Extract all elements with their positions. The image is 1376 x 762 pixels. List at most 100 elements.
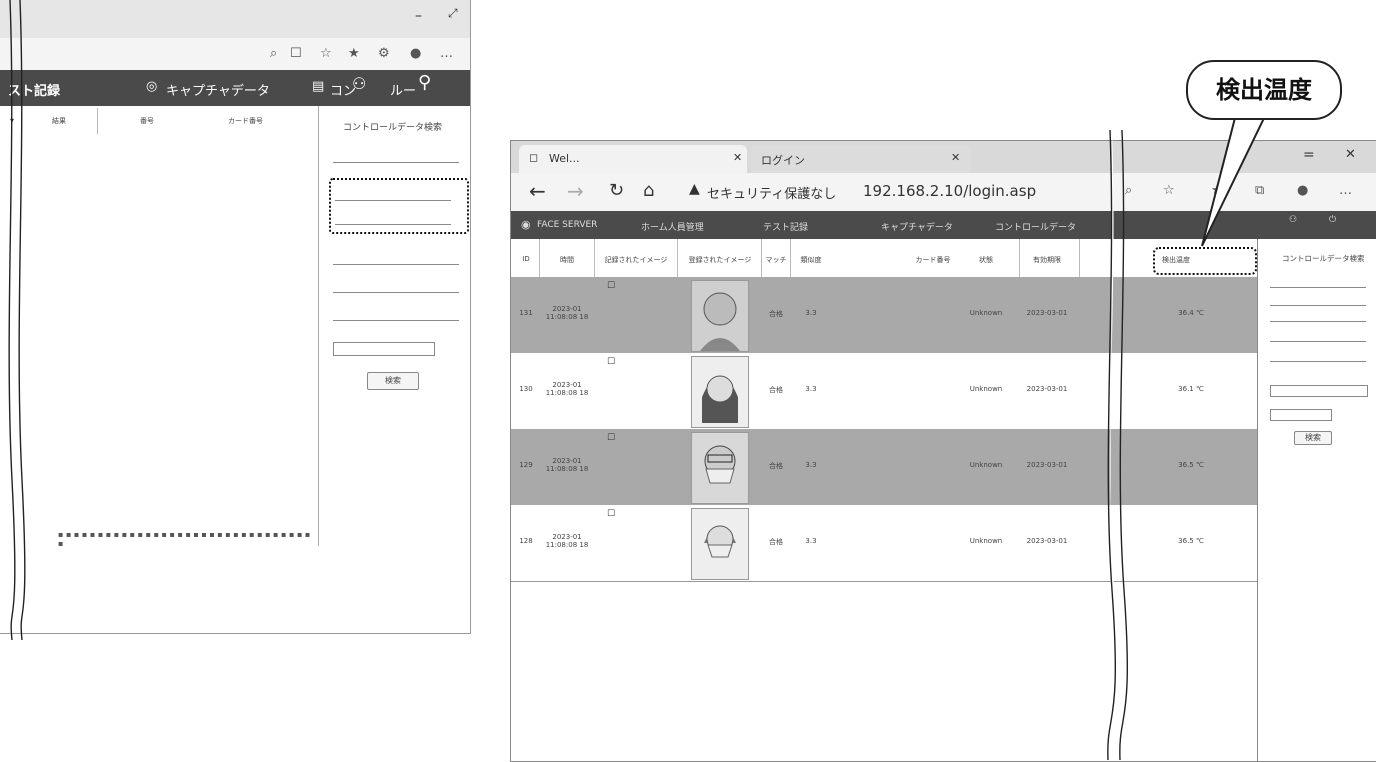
row-time: 2023-01 11:08:08 18	[545, 533, 589, 549]
break-line	[8, 0, 26, 640]
row-time: 2023-01 11:08:08 18	[545, 381, 589, 397]
favorite-icon[interactable]: ☆	[1163, 183, 1175, 198]
search-button[interactable]: 検索	[1294, 431, 1332, 445]
sidebar-title: コントロールデータ検索	[343, 123, 443, 133]
forward-icon[interactable]: →	[567, 179, 584, 203]
refresh-icon[interactable]: ↻	[609, 180, 624, 201]
row-match: 合格	[769, 462, 783, 470]
nav-control-data[interactable]: コントロールデータ	[995, 220, 1076, 233]
security-label[interactable]: セキュリティ保護なし	[707, 183, 836, 202]
search-button[interactable]: 検索	[367, 372, 419, 390]
warning-icon: ▲	[689, 181, 700, 197]
row-temperature: 36.4 ℃	[1178, 309, 1204, 317]
zoom-icon[interactable]: ⌕	[270, 46, 277, 61]
search-sidebar: コントロールデータ検索 検索	[1257, 239, 1376, 761]
table-row[interactable]: 130 2023-01 11:08:08 18 ☐ 合格 3.3 Unknown…	[511, 353, 1257, 429]
temperature-max-field[interactable]	[1270, 313, 1366, 322]
home-icon[interactable]: ⌂	[643, 180, 654, 201]
callout-label: 検出温度	[1186, 60, 1342, 120]
row-id: 129	[519, 461, 533, 469]
pagination[interactable]: ▪ ▪ ▪ ▪ ▪ ▪ ▪ ▪ ▪ ▪ ▪ ▪ ▪ ▪ ▪ ▪ ▪ ▪ ▪ ▪ …	[0, 526, 318, 548]
row-similarity: 3.3	[805, 385, 817, 393]
left-browser-window: – ⤢ ⌕ ☐ ☆ ★ ⚙ ● … スト記録 ◎ キャプチャデータ ▤ コン ⚇…	[0, 0, 471, 634]
card-number-input[interactable]	[333, 342, 435, 356]
extensions-icon[interactable]: ⚙	[378, 46, 390, 61]
temperature-highlight	[1153, 247, 1257, 275]
row-date: 2023-03-01	[1026, 461, 1068, 469]
row-date: 2023-03-01	[1026, 385, 1068, 393]
nav-capture-data[interactable]: キャプチャデータ	[166, 80, 270, 99]
row-time: 2023-01 11:08:08 18	[545, 305, 589, 321]
read-icon[interactable]: ☐	[290, 46, 302, 61]
status-select[interactable]	[333, 254, 459, 265]
checkbox-icon[interactable]: ☐	[607, 281, 615, 291]
date-range[interactable]	[1270, 385, 1368, 397]
temperature-min-field[interactable]	[1270, 297, 1366, 306]
nav-capture-data[interactable]: キャプチャデータ	[881, 220, 953, 233]
row-status: Unknown	[969, 309, 1003, 317]
header-similarity: 類似度	[800, 256, 822, 264]
admin-icon[interactable]: ⚇	[352, 74, 366, 93]
user-icon[interactable]: ⚲	[418, 72, 431, 93]
url-text[interactable]: 192.168.2.10/login.asp	[863, 182, 1036, 200]
checkbox-icon[interactable]: ☐	[607, 433, 615, 443]
nav-home[interactable]: ホーム人員管理	[641, 220, 704, 233]
address-bar: ⌕ ☐ ☆ ★ ⚙ ● …	[0, 38, 470, 71]
header-time: 時間	[560, 256, 574, 264]
face-photo	[691, 356, 749, 428]
row-match: 合格	[769, 386, 783, 394]
nav-test-records[interactable]: テスト記録	[763, 220, 808, 233]
column-divider	[97, 108, 98, 134]
minimize-icon[interactable]: –	[415, 8, 422, 24]
row-temperature: 36.5 ℃	[1178, 537, 1204, 545]
mode-select[interactable]	[333, 152, 459, 163]
temperature-min-field[interactable]	[335, 192, 451, 201]
table-row[interactable]: 129 2023-01 11:08:08 18 ☐ 合格 3.3 Unknown…	[511, 429, 1257, 505]
close-icon[interactable]: ✕	[1345, 147, 1356, 162]
tab-2[interactable]: ログイン ✕	[751, 145, 971, 173]
row-time: 2023-01 11:08:08 18	[545, 457, 589, 473]
profile-icon[interactable]: ●	[410, 46, 421, 61]
face-photo	[691, 280, 749, 352]
tab-close-icon[interactable]: ✕	[951, 151, 960, 164]
profile-icon[interactable]: ●	[1297, 183, 1308, 198]
header-expiry: 有効期限	[1033, 256, 1061, 264]
row-date: 2023-03-01	[1026, 309, 1068, 317]
minimize-icon[interactable]: =	[1303, 147, 1315, 163]
header-id: ID	[522, 255, 530, 263]
header-match: マッチ	[765, 256, 787, 264]
logout-icon[interactable]: ⏻	[1329, 215, 1336, 225]
control-icon: ▤	[312, 79, 325, 94]
header-registered-image: 登録されたイメージ	[688, 256, 752, 264]
back-icon[interactable]: ←	[529, 179, 546, 203]
checkbox-icon[interactable]: ☐	[607, 509, 615, 519]
nav-logout[interactable]: ルー	[390, 80, 416, 99]
more-icon[interactable]: …	[440, 46, 453, 61]
temperature-fields-highlight	[329, 178, 469, 234]
face-photo	[691, 432, 749, 504]
tab-1-label: Wel...	[549, 152, 580, 165]
status-select[interactable]	[1270, 333, 1366, 342]
face-photo	[691, 508, 749, 580]
card-number-input[interactable]	[1270, 409, 1332, 421]
tab-1[interactable]: ◻ Wel... ✕	[519, 145, 747, 173]
more-icon[interactable]: …	[1339, 183, 1352, 198]
title-bar: – ⤢	[0, 0, 470, 38]
tab-close-icon[interactable]: ✕	[733, 151, 742, 164]
favorite-icon[interactable]: ☆	[320, 46, 332, 61]
result-select[interactable]	[333, 282, 459, 293]
checkbox-icon[interactable]: ☐	[607, 357, 615, 367]
favorites-list-icon[interactable]: ★	[348, 46, 360, 61]
temperature-max-field[interactable]	[335, 216, 451, 225]
tab-2-label: ログイン	[761, 154, 805, 167]
header-recorded-image: 記録されたイメージ	[604, 256, 668, 264]
result-select[interactable]	[1270, 353, 1366, 362]
table-row[interactable]: 131 2023-01 11:08:08 18 ☐ 合格 3.3 Unknown…	[511, 277, 1257, 353]
table-row[interactable]: 128 2023-01 11:08:08 18 ☐ 合格 3.3 Unknown…	[511, 505, 1257, 582]
row-status: Unknown	[969, 461, 1003, 469]
header-card: カード番号	[915, 256, 951, 264]
mode-select[interactable]	[1270, 279, 1366, 288]
row-date: 2023-03-01	[1026, 537, 1068, 545]
date-range[interactable]	[333, 310, 459, 321]
maximize-icon[interactable]: ⤢	[448, 6, 458, 21]
